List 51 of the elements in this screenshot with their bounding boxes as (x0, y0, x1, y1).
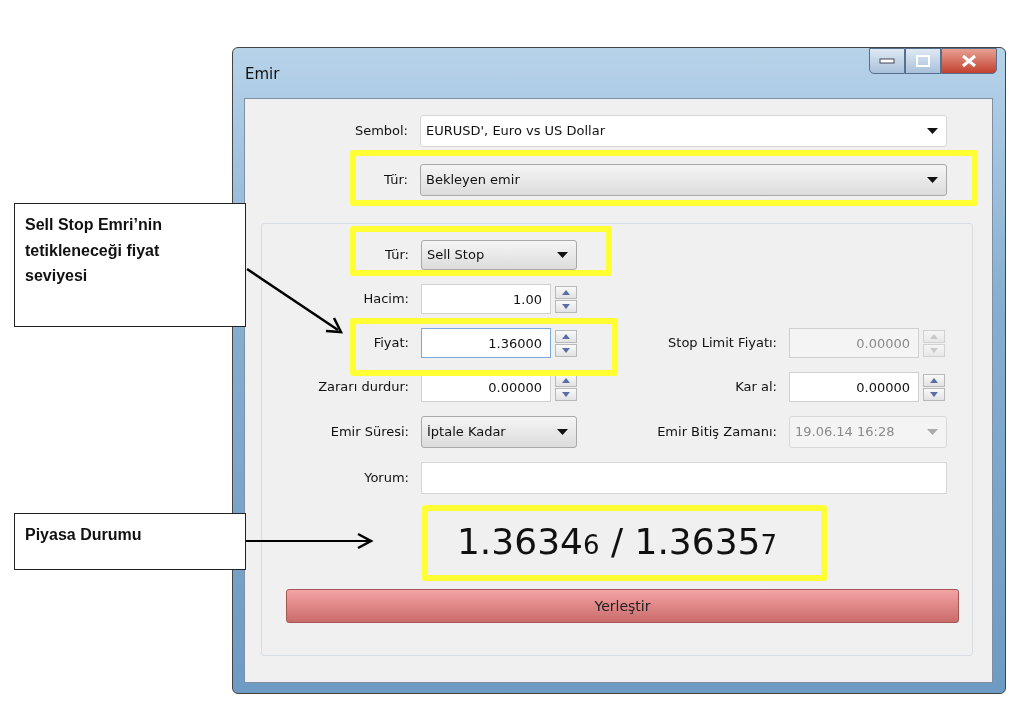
field-label: Zararı durdur: (317, 378, 410, 397)
caret-icon (557, 429, 568, 435)
spin-up-button[interactable] (923, 373, 945, 387)
spin-down-button[interactable] (923, 387, 945, 401)
spin-up-button[interactable] (555, 285, 577, 299)
close-button[interactable] (941, 48, 997, 74)
down-arrow-icon (562, 303, 570, 309)
up-arrow-icon (562, 289, 570, 295)
field-label: Tür: (384, 246, 410, 265)
down-arrow-icon (930, 391, 938, 397)
spin-down-button[interactable] (555, 299, 577, 313)
down-arrow-icon (562, 347, 570, 353)
caret-icon (927, 177, 938, 183)
minimize-button[interactable] (869, 48, 905, 74)
field-label: Hacim: (362, 290, 410, 309)
annotation-callout: Sell Stop Emri’nin tetikleneceği fiyat seviyesi (14, 203, 246, 327)
symbol-dropdown[interactable]: EURUSD', Euro vs US Dollar (420, 115, 947, 147)
down-arrow-icon (562, 391, 570, 397)
spin-down-button[interactable] (555, 343, 577, 357)
field-label: Emir Bitiş Zamanı: (656, 423, 778, 442)
order-type-dropdown[interactable]: Sell Stop (421, 240, 577, 270)
close-icon (961, 54, 977, 68)
dropdown[interactable]: İptale Kadar (421, 416, 577, 448)
field-label: Stop Limit Fiyatı: (667, 334, 778, 353)
maximize-icon (916, 55, 930, 67)
place-order-button[interactable]: Yerleştir (286, 589, 959, 624)
field-label: Sembol: (353, 122, 409, 141)
field-label: Tür: (383, 171, 409, 190)
type-dropdown[interactable]: Bekleyen emir (420, 164, 947, 196)
window-title: Emir (245, 64, 280, 85)
minimize-icon (879, 58, 895, 64)
number-field[interactable]: 1.36000 (421, 328, 551, 358)
caret-icon (557, 252, 568, 258)
maximize-button[interactable] (905, 48, 941, 74)
caret-icon (927, 128, 938, 134)
number-field[interactable]: 1.00 (421, 284, 551, 314)
field-label: Yorum: (363, 469, 410, 488)
spin-down-button[interactable] (555, 387, 577, 401)
up-arrow-icon (930, 333, 938, 339)
up-arrow-icon (930, 377, 938, 383)
field-label: Emir Süresi: (329, 423, 410, 442)
up-arrow-icon (562, 377, 570, 383)
field-label: Fiyat: (372, 334, 410, 353)
up-arrow-icon (562, 333, 570, 339)
down-arrow-icon (930, 347, 938, 353)
caret-icon (927, 429, 938, 435)
field-label: Kar al: (734, 378, 778, 397)
number-field[interactable]: 0.00000 (789, 372, 919, 402)
spin-up-button[interactable] (555, 329, 577, 343)
annotation-callout: Piyasa Durumu (14, 513, 246, 570)
comment-field[interactable] (421, 462, 947, 494)
